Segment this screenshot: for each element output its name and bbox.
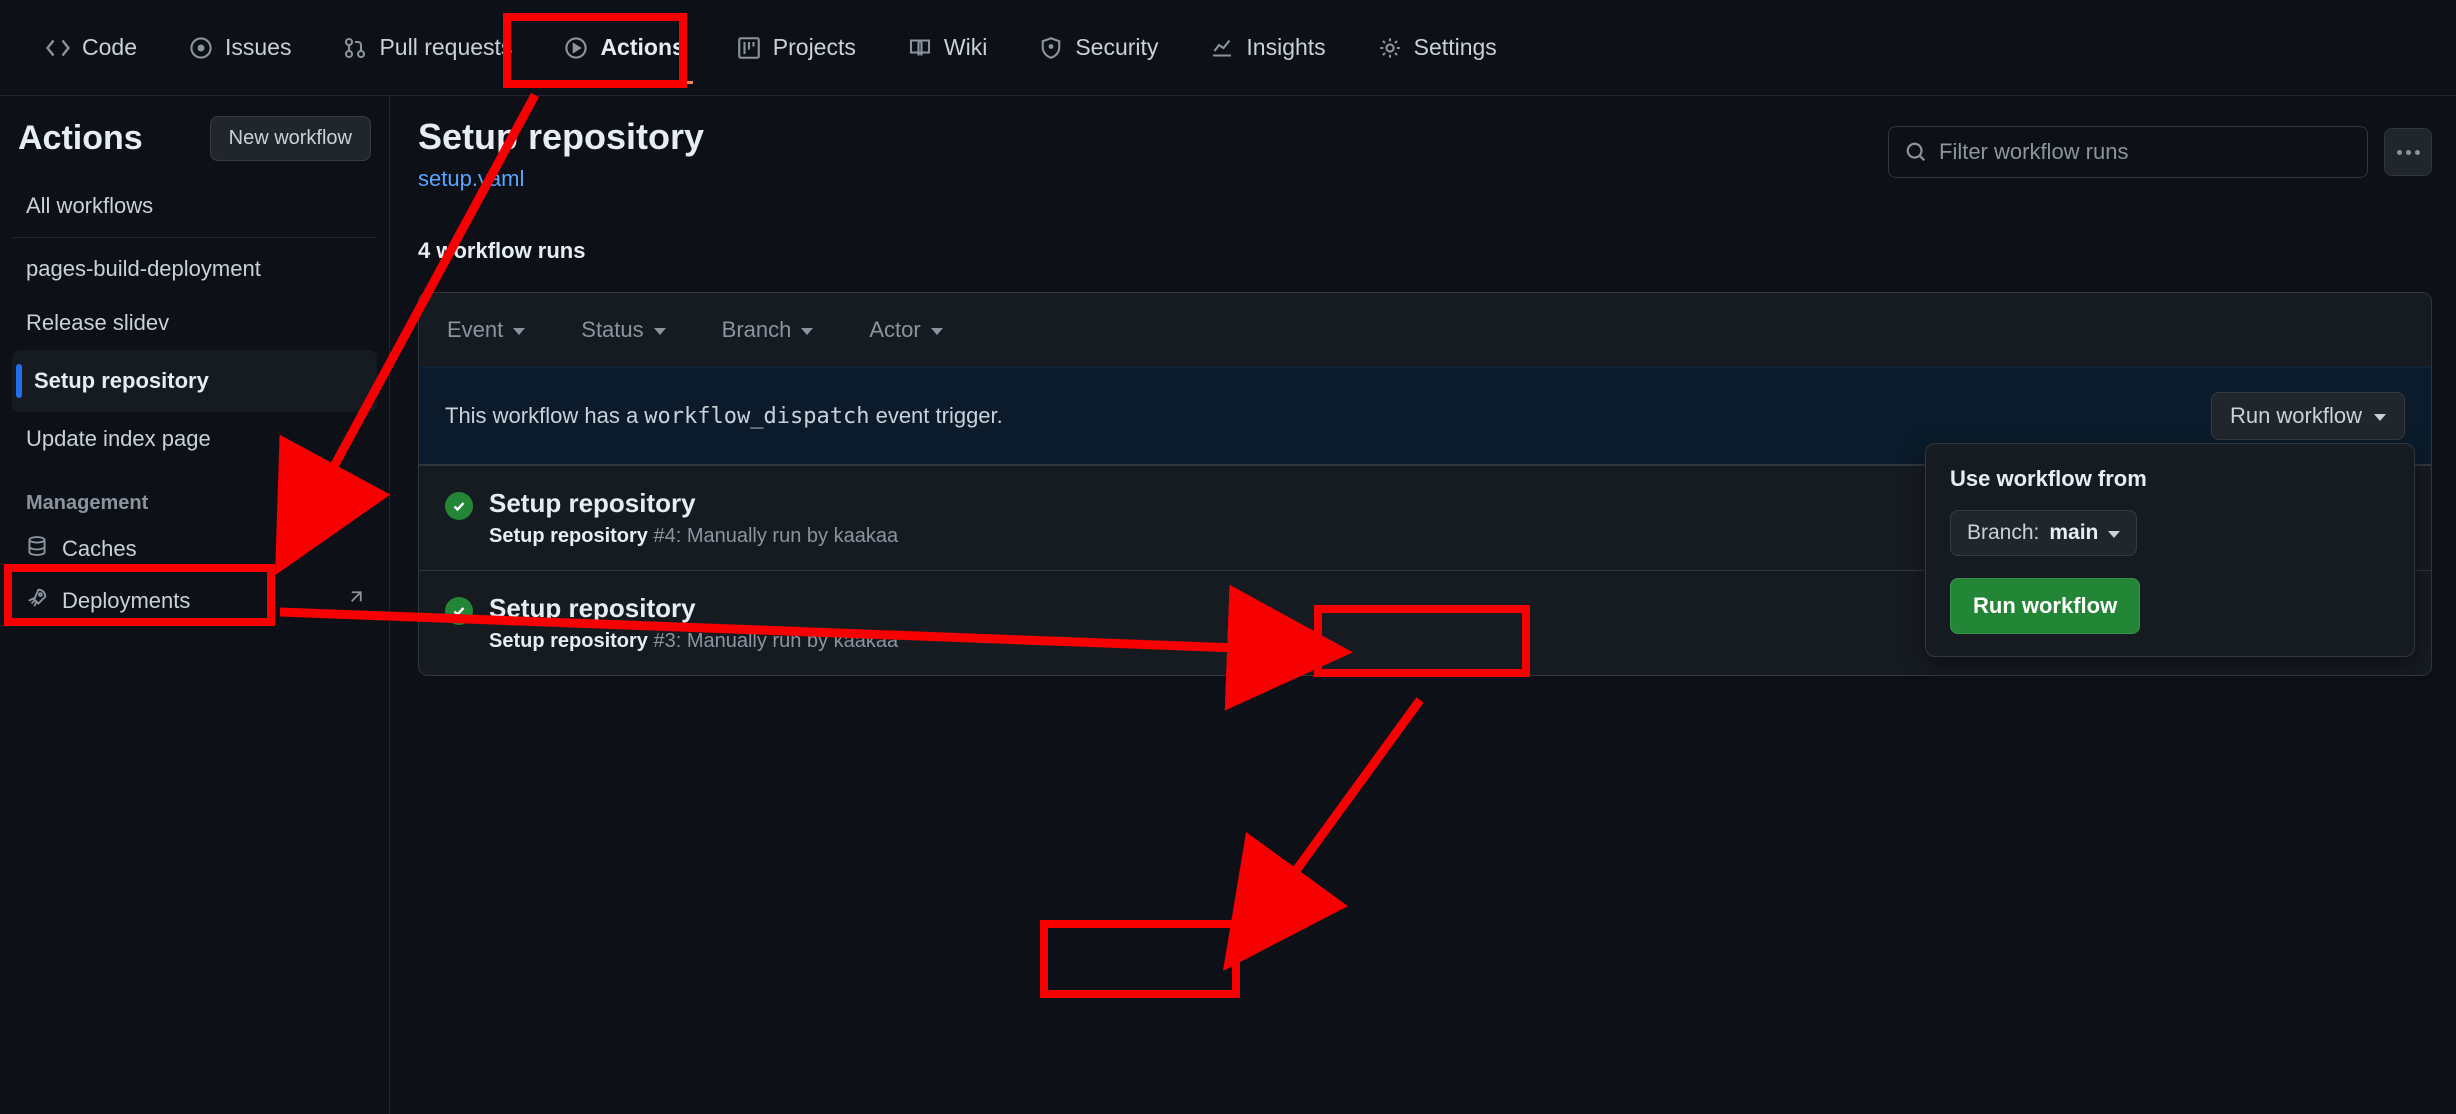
projects-icon <box>737 36 761 60</box>
filter-status[interactable]: Status <box>581 317 665 343</box>
page-title: Setup repository <box>418 116 704 158</box>
play-circle-icon <box>564 36 588 60</box>
active-indicator <box>16 364 22 398</box>
database-icon <box>26 535 48 563</box>
popup-label: Use workflow from <box>1950 466 2390 492</box>
runs-panel: Event Status Branch Actor This workflow … <box>418 292 2432 676</box>
graph-icon <box>1210 36 1234 60</box>
caret-down-icon <box>654 328 666 335</box>
branch-select[interactable]: Branch: main <box>1950 510 2137 556</box>
sidebar-workflow-item-active[interactable]: Setup repository <box>12 350 377 412</box>
run-workflow-submit-button[interactable]: Run workflow <box>1950 578 2140 634</box>
rocket-icon <box>26 587 48 615</box>
pull-request-icon <box>343 36 367 60</box>
tab-pull-requests[interactable]: Pull requests <box>321 0 534 96</box>
actions-sidebar: Actions New workflow All workflows pages… <box>0 96 390 1114</box>
tab-label: Code <box>82 34 137 61</box>
main-content: Setup repository setup.yaml Filter workf… <box>390 96 2456 1114</box>
caret-down-icon <box>931 328 943 335</box>
sidebar-management-label: Management <box>12 466 377 523</box>
caret-down-icon <box>801 328 813 335</box>
sidebar-caches[interactable]: Caches <box>12 523 377 575</box>
caret-down-icon <box>2374 414 2386 421</box>
filter-runs-input[interactable]: Filter workflow runs <box>1888 126 2368 178</box>
sidebar-workflow-item[interactable]: Update index page <box>12 412 377 466</box>
shield-icon <box>1039 36 1063 60</box>
dispatch-text-pre: This workflow has a <box>445 403 644 428</box>
tab-issues[interactable]: Issues <box>167 0 313 96</box>
dispatch-code: workflow_dispatch <box>644 404 869 429</box>
sidebar-item-label: All workflows <box>26 193 153 219</box>
run-workflow-dropdown-button[interactable]: Run workflow <box>2211 392 2405 440</box>
sidebar-workflow-item[interactable]: Release slidev <box>12 296 377 350</box>
tab-label: Pull requests <box>379 34 512 61</box>
tab-label: Wiki <box>944 34 987 61</box>
workflow-file-link[interactable]: setup.yaml <box>418 166 704 192</box>
tab-insights[interactable]: Insights <box>1188 0 1347 96</box>
issue-icon <box>189 36 213 60</box>
tab-label: Security <box>1075 34 1158 61</box>
tab-actions[interactable]: Actions <box>542 0 706 96</box>
sidebar-deployments[interactable]: Deployments <box>12 575 377 627</box>
tab-label: Projects <box>773 34 856 61</box>
sidebar-item-label: Deployments <box>62 588 190 614</box>
run-subtitle: Setup repository #4: Manually run by kaa… <box>489 525 898 548</box>
sidebar-item-label: pages-build-deployment <box>26 256 261 282</box>
tab-label: Settings <box>1414 34 1497 61</box>
run-title: Setup repository <box>489 593 898 624</box>
gear-icon <box>1378 36 1402 60</box>
search-icon <box>1905 141 1927 163</box>
run-subtitle: Setup repository #3: Manually run by kaa… <box>489 630 898 653</box>
tab-label: Actions <box>600 34 684 61</box>
caret-down-icon <box>513 328 525 335</box>
repo-tabnav: Code Issues Pull requests Actions Projec… <box>0 0 2456 96</box>
runs-filterbar: Event Status Branch Actor <box>419 293 2431 368</box>
search-placeholder: Filter workflow runs <box>1939 139 2128 165</box>
tab-projects[interactable]: Projects <box>715 0 878 96</box>
sidebar-item-label: Update index page <box>26 426 211 452</box>
sidebar-item-label: Setup repository <box>34 368 209 394</box>
external-link-icon <box>345 588 363 614</box>
filter-branch[interactable]: Branch <box>722 317 814 343</box>
tab-settings[interactable]: Settings <box>1356 0 1519 96</box>
caret-down-icon <box>2108 531 2120 538</box>
more-actions-button[interactable] <box>2384 128 2432 176</box>
sidebar-all-workflows[interactable]: All workflows <box>12 179 377 233</box>
run-title: Setup repository <box>489 488 898 519</box>
sidebar-item-label: Caches <box>62 536 137 562</box>
code-icon <box>46 36 70 60</box>
tab-label: Issues <box>225 34 291 61</box>
run-workflow-popup: Use workflow from Branch: main Run workf… <box>1925 443 2415 657</box>
new-workflow-button[interactable]: New workflow <box>210 116 371 161</box>
tab-security[interactable]: Security <box>1017 0 1180 96</box>
status-success-icon <box>445 597 473 625</box>
filter-actor[interactable]: Actor <box>869 317 942 343</box>
filter-event[interactable]: Event <box>447 317 525 343</box>
sidebar-item-label: Release slidev <box>26 310 169 336</box>
tab-wiki[interactable]: Wiki <box>886 0 1009 96</box>
tab-code[interactable]: Code <box>24 0 159 96</box>
tab-label: Insights <box>1246 34 1325 61</box>
runs-count: 4 workflow runs <box>418 238 2432 264</box>
dispatch-text-post: event trigger. <box>869 403 1002 428</box>
status-success-icon <box>445 492 473 520</box>
sidebar-title: Actions <box>18 119 143 158</box>
sidebar-workflow-item[interactable]: pages-build-deployment <box>12 242 377 296</box>
book-icon <box>908 36 932 60</box>
